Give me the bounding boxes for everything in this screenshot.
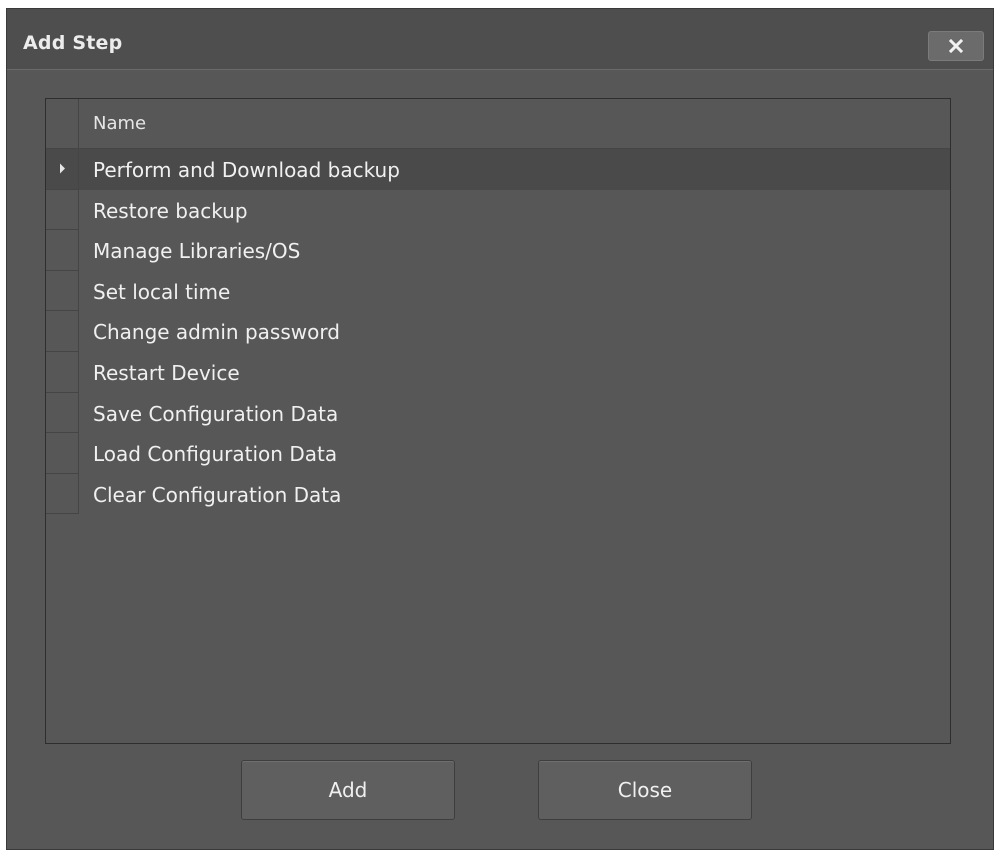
row-header-cell[interactable] — [46, 433, 79, 474]
close-x-icon — [949, 39, 963, 53]
step-name-cell: Set local time — [93, 279, 231, 304]
dialog-title: Add Step — [23, 32, 123, 54]
table-row[interactable]: Change admin password — [46, 311, 950, 352]
table-row[interactable]: Manage Libraries/OS — [46, 230, 950, 271]
row-header-cell[interactable] — [46, 311, 79, 352]
grid-header: Name — [46, 99, 950, 149]
step-name-cell: Restore backup — [93, 198, 248, 223]
title-bar[interactable]: Add Step — [7, 9, 993, 70]
step-name-cell: Clear Configuration Data — [93, 482, 342, 507]
step-name-cell: Restart Device — [93, 360, 240, 385]
row-header-cell[interactable] — [46, 270, 79, 312]
row-header-cell[interactable] — [46, 230, 79, 271]
row-pointer-icon — [59, 163, 65, 174]
row-header-cell[interactable] — [46, 189, 79, 231]
table-row[interactable]: Save Configuration Data — [46, 392, 950, 434]
grid-rows: Perform and Download backup Restore backu… — [46, 149, 950, 515]
step-name-cell: Load Configuration Data — [93, 442, 338, 467]
step-name-cell: Save Configuration Data — [93, 401, 339, 426]
table-row[interactable]: Perform and Download backup — [46, 149, 950, 190]
table-row[interactable]: Restart Device — [46, 351, 950, 393]
close-dialog-button[interactable] — [928, 31, 984, 61]
header-row-gutter — [46, 99, 79, 148]
row-header-cell[interactable] — [46, 473, 79, 515]
close-button[interactable]: Close — [538, 760, 752, 820]
add-button[interactable]: Add — [241, 760, 455, 820]
column-header-name[interactable]: Name — [93, 113, 146, 135]
steps-grid[interactable]: Name Perform and Download backup Restore … — [45, 98, 951, 744]
table-row[interactable]: Set local time — [46, 270, 950, 312]
step-name-cell: Manage Libraries/OS — [93, 239, 301, 264]
row-header-cell[interactable] — [46, 392, 79, 434]
step-name-cell: Perform and Download backup — [93, 158, 400, 182]
table-row[interactable]: Clear Configuration Data — [46, 473, 950, 515]
row-header-cell[interactable] — [46, 149, 79, 190]
add-step-dialog: Add Step Name Perform and Download backu… — [6, 8, 994, 850]
table-row[interactable]: Load Configuration Data — [46, 433, 950, 474]
row-header-cell[interactable] — [46, 351, 79, 393]
table-row[interactable]: Restore backup — [46, 189, 950, 231]
step-name-cell: Change admin password — [93, 320, 340, 345]
